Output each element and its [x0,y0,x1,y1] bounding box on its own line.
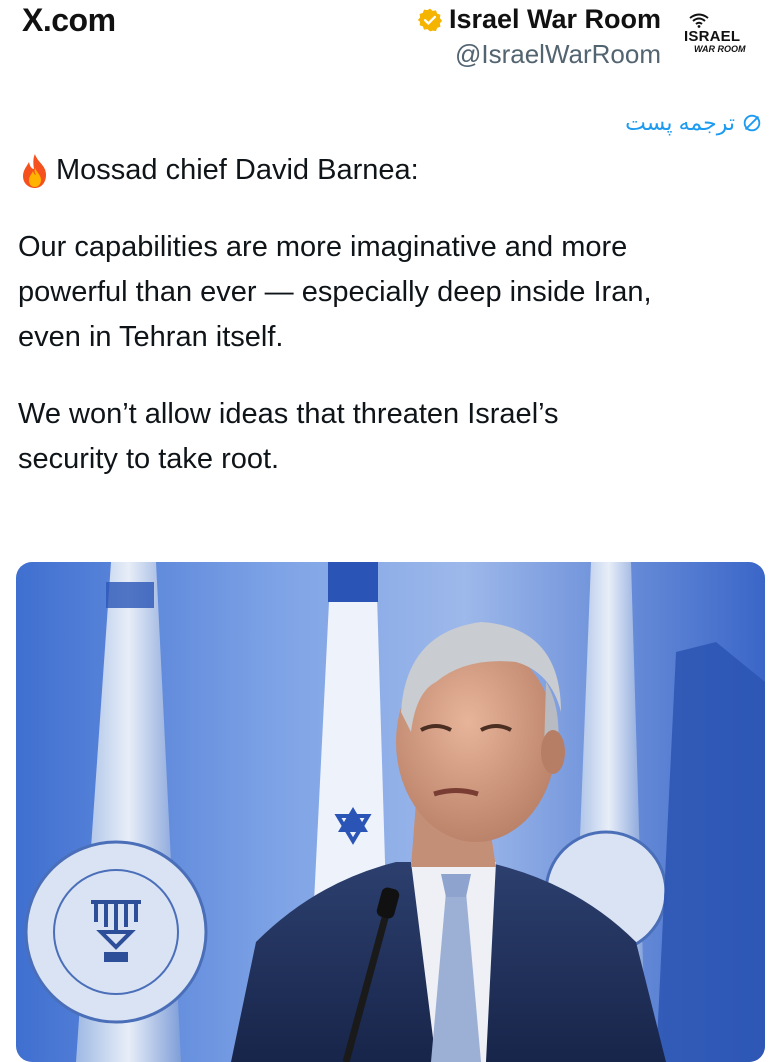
post-text: Mossad chief David Barnea: Our capabilit… [18,148,768,482]
verified-badge-icon [417,8,443,31]
author-name[interactable]: Israel War Room [449,4,661,35]
site-brand[interactable]: X.com [22,2,116,39]
israel-war-room-logo: ISRAEL WAR ROOM [684,12,758,58]
post-media-photo[interactable] [16,562,765,1062]
post-line: Our capabilities are more imaginative an… [18,231,628,263]
fire-icon [23,153,46,188]
post-paragraph-1: Our capabilities are more imaginative an… [18,225,768,360]
speaker-photo [16,562,765,1062]
signal-icon [689,13,709,28]
post-headline: Mossad chief David Barnea: [56,154,419,186]
post-line: We won’t allow ideas that threaten Israe… [18,398,559,430]
translate-icon [743,114,761,132]
post-line: security to take root. [18,443,280,475]
post-line: powerful than ever — especially deep ins… [18,276,652,308]
logo-word-israel: ISRAEL [684,28,741,45]
translate-label[interactable]: ترجمه پست [625,110,735,136]
author-block[interactable]: Israel War Room @IsraelWarRoom [417,4,661,70]
post-paragraph-2: We won’t allow ideas that threaten Israe… [18,392,768,482]
post-line: even in Tehran itself. [18,321,284,353]
logo-word-war-room: WAR ROOM [694,44,746,54]
post-header: X.com Israel War Room @IsraelWarRoom ISR… [0,0,781,80]
translate-post-link[interactable]: ترجمه پست [625,110,763,136]
author-handle[interactable]: @IsraelWarRoom [417,39,661,70]
